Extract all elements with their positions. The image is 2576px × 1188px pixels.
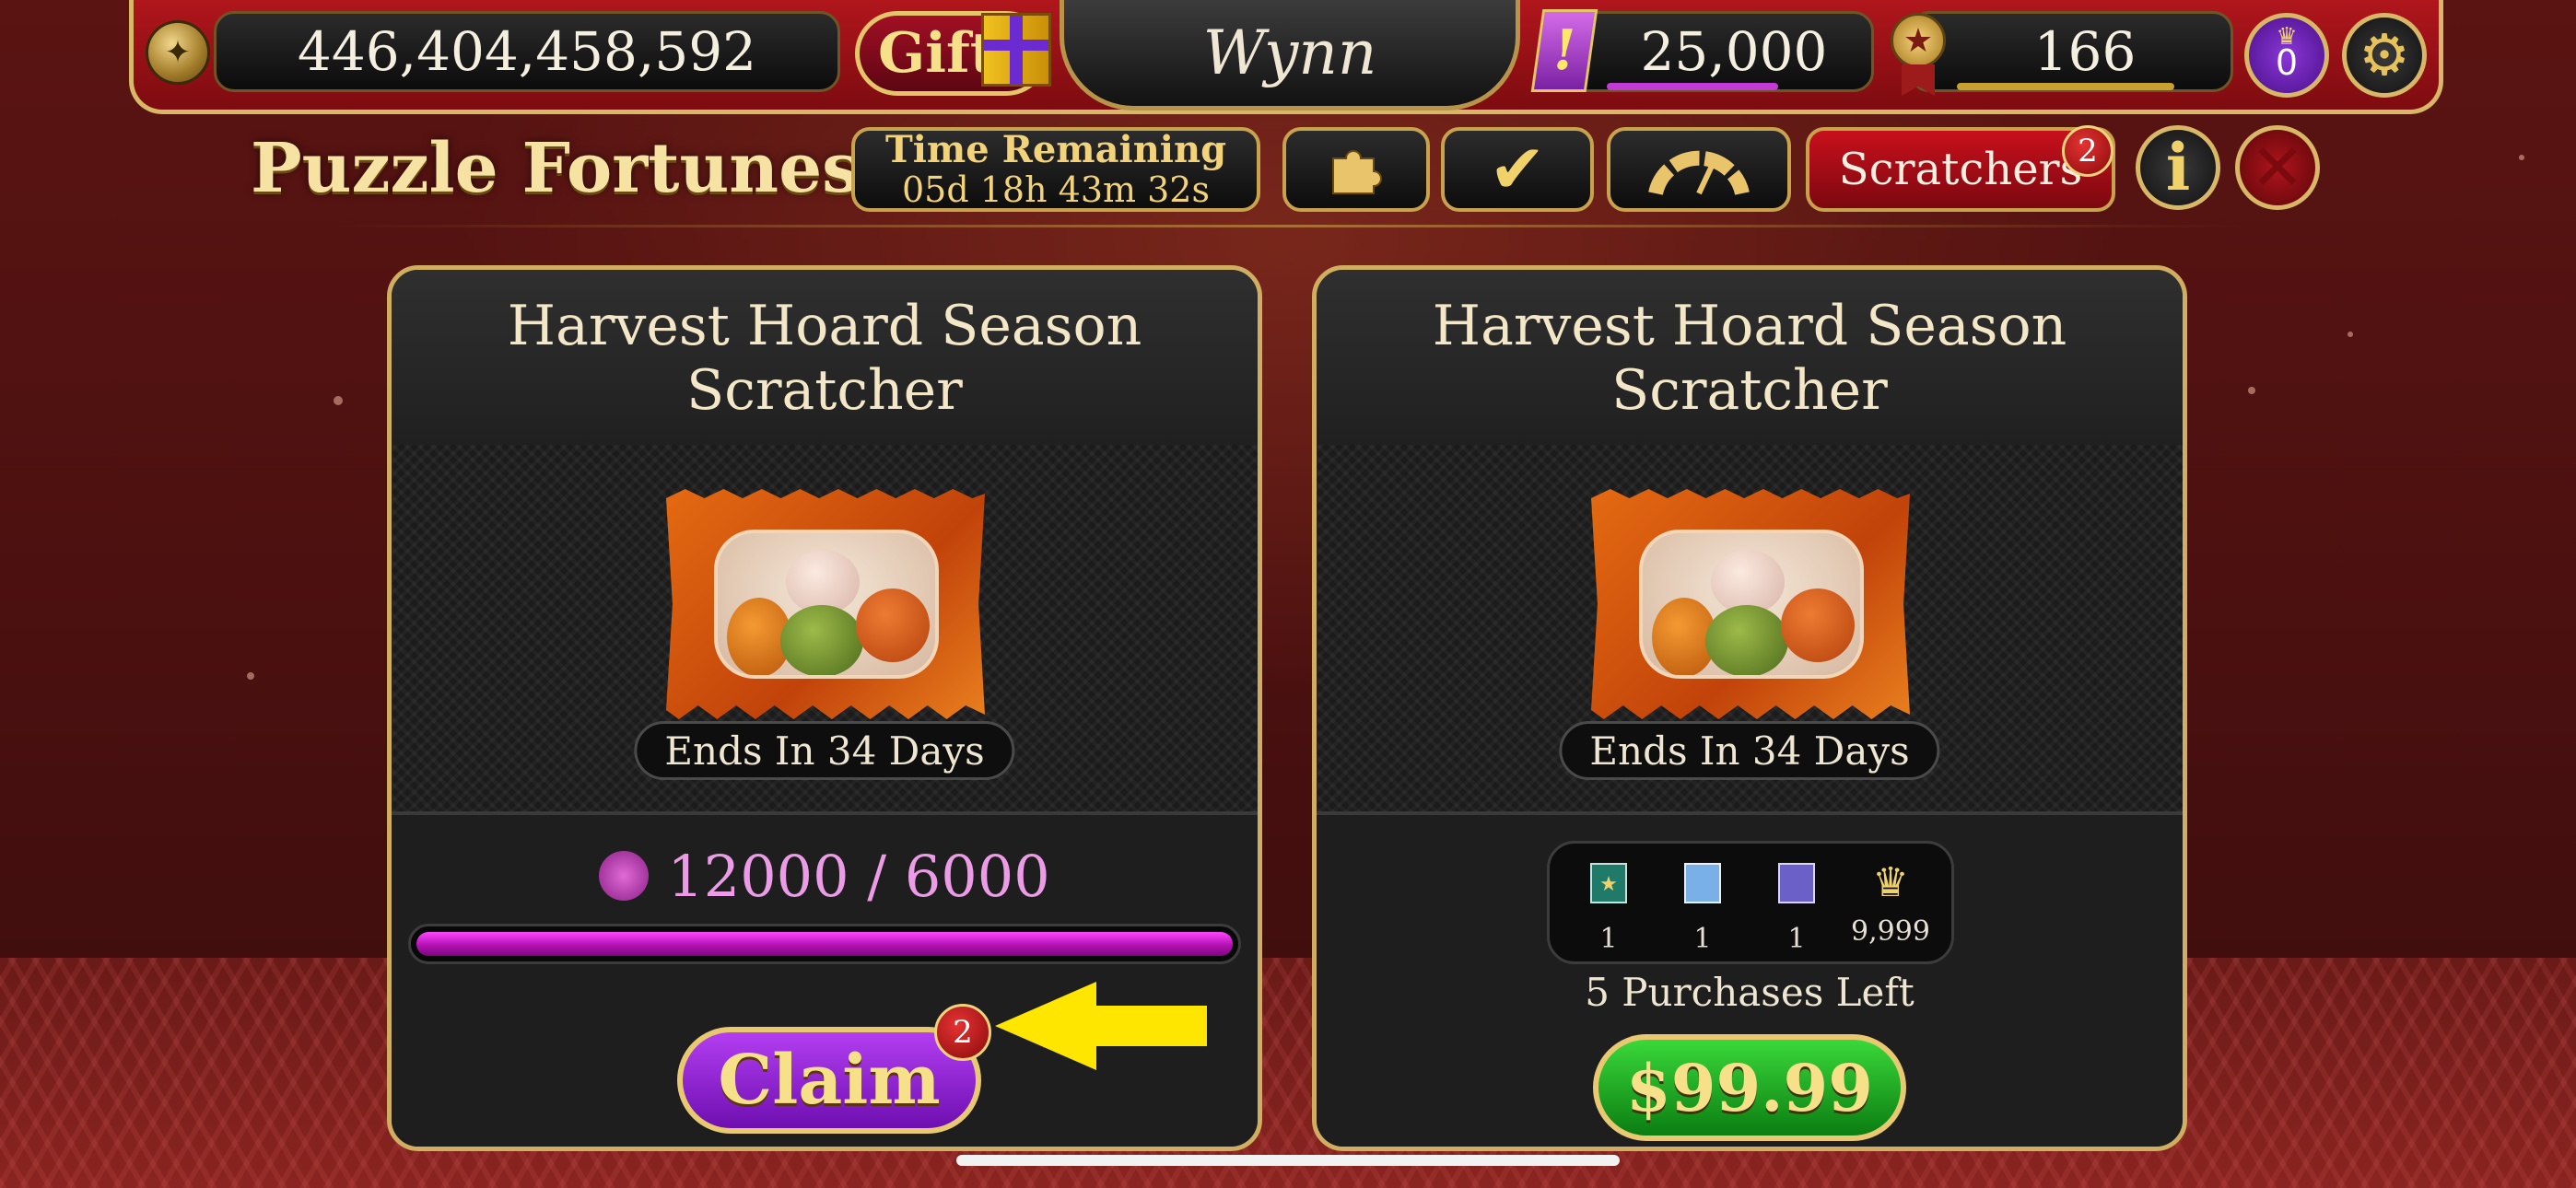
page-title: Puzzle Fortunes bbox=[251, 129, 861, 208]
time-value: 05d 18h 43m 32s bbox=[902, 169, 1210, 210]
progress-label: 12000 / 6000 bbox=[392, 843, 1258, 910]
scratcher-card-purchase: Harvest Hoard Season Scratcher Ends In 3… bbox=[1312, 265, 2187, 1151]
green-ticket-icon: ★ bbox=[1590, 863, 1627, 903]
checkmark-icon: ✔ bbox=[1488, 130, 1546, 209]
reward-count: 1 bbox=[1693, 923, 1712, 955]
ends-in-label: Ends In 34 Days bbox=[634, 721, 1015, 780]
crown-icon: ♛ bbox=[2276, 23, 2298, 51]
wynn-logo: Wynn bbox=[1060, 0, 1520, 111]
card-art-area: Ends In 34 Days bbox=[1317, 445, 2183, 815]
meter-tab-button[interactable] bbox=[1607, 127, 1791, 212]
claim-label: Claim bbox=[718, 1041, 941, 1120]
pumpkin-art bbox=[1639, 530, 1864, 679]
arrow-pointer-icon bbox=[995, 982, 1207, 1070]
card-title-line1: Harvest Hoard Season bbox=[1432, 294, 2067, 358]
gift-label: Gift bbox=[878, 21, 996, 86]
sparkle bbox=[2248, 387, 2255, 394]
settings-button[interactable]: ⚙ bbox=[2342, 13, 2427, 98]
purchases-left-label: 5 Purchases Left bbox=[1585, 970, 1914, 1015]
card-title-line2: Scratcher bbox=[1611, 358, 1888, 423]
buy-button[interactable]: $99.99 bbox=[1593, 1034, 1906, 1141]
close-button[interactable]: ✕ bbox=[2235, 125, 2320, 210]
card-title-line1: Harvest Hoard Season bbox=[507, 294, 1142, 358]
gift-box-icon bbox=[981, 13, 1051, 87]
reward-item: ★ 1 bbox=[1563, 860, 1655, 955]
reward-item: 1 bbox=[1657, 860, 1749, 955]
xp-progress-bar bbox=[1957, 83, 2174, 90]
scratch-token-icon bbox=[599, 850, 650, 901]
card-art-area: Ends In 34 Days bbox=[392, 445, 1258, 815]
reward-count: 1 bbox=[1599, 923, 1618, 955]
pumpkin-art bbox=[714, 530, 939, 679]
gem-icon: ! bbox=[1530, 9, 1598, 92]
sparkle bbox=[247, 672, 254, 680]
gem-balance[interactable]: 25,000 bbox=[1566, 11, 1874, 92]
info-icon: i bbox=[2165, 129, 2191, 205]
level-display[interactable]: 166 bbox=[1909, 11, 2233, 92]
time-title: Time Remaining bbox=[884, 128, 1227, 171]
gauge-icon bbox=[1648, 150, 1750, 195]
purple-ticket-icon bbox=[1778, 863, 1815, 903]
progress-bar-fill bbox=[416, 932, 1233, 956]
scratch-ticket-image bbox=[1591, 489, 1910, 719]
info-button[interactable]: i bbox=[2136, 125, 2220, 210]
sparkle bbox=[2348, 332, 2353, 337]
reward-count: 9,999 bbox=[1851, 915, 1930, 948]
price-label: $99.99 bbox=[1626, 1049, 1873, 1126]
puzzle-icon bbox=[1332, 150, 1382, 194]
scratch-ticket-image bbox=[666, 489, 985, 719]
reward-count: 1 bbox=[1787, 923, 1806, 955]
progress-text: 12000 / 6000 bbox=[667, 843, 1050, 910]
card-title: Harvest Hoard Season Scratcher bbox=[392, 270, 1258, 445]
scratchers-label: Scratchers bbox=[1838, 144, 2083, 195]
card-title-line2: Scratcher bbox=[686, 358, 963, 423]
ends-in-label: Ends In 34 Days bbox=[1559, 721, 1940, 780]
close-icon: ✕ bbox=[2250, 130, 2305, 205]
crown-button[interactable]: ♛ 0 bbox=[2244, 13, 2329, 98]
puzzle-tab-button[interactable] bbox=[1282, 127, 1430, 212]
header-divider bbox=[332, 225, 2244, 227]
claim-badge: 2 bbox=[934, 1004, 991, 1061]
coin-balance[interactable]: 446,404,458,592 bbox=[214, 11, 840, 92]
card-title: Harvest Hoard Season Scratcher bbox=[1317, 270, 2183, 445]
home-indicator[interactable] bbox=[956, 1155, 1620, 1166]
wynn-coin-icon: ✦ bbox=[146, 20, 210, 85]
sparkle bbox=[2519, 155, 2524, 160]
time-remaining-box: Time Remaining 05d 18h 43m 32s bbox=[851, 127, 1260, 212]
reward-summary: ★ 1 1 1 ♛ 9,999 bbox=[1547, 841, 1954, 964]
gear-icon: ⚙ bbox=[2359, 21, 2410, 88]
blue-ticket-icon bbox=[1684, 863, 1721, 903]
svg-text:★: ★ bbox=[1599, 873, 1618, 896]
medal-icon: ★ bbox=[1891, 13, 1946, 68]
gem-progress-bar bbox=[1607, 83, 1778, 90]
reward-item: 1 bbox=[1751, 860, 1843, 955]
crown-icon: ♛ bbox=[1872, 859, 1909, 906]
sparkle bbox=[334, 396, 343, 405]
scratchers-badge: 2 bbox=[2062, 125, 2113, 177]
progress-bar bbox=[408, 924, 1241, 964]
checklist-tab-button[interactable]: ✔ bbox=[1441, 127, 1594, 212]
reward-item: ♛ 9,999 bbox=[1844, 859, 1937, 949]
